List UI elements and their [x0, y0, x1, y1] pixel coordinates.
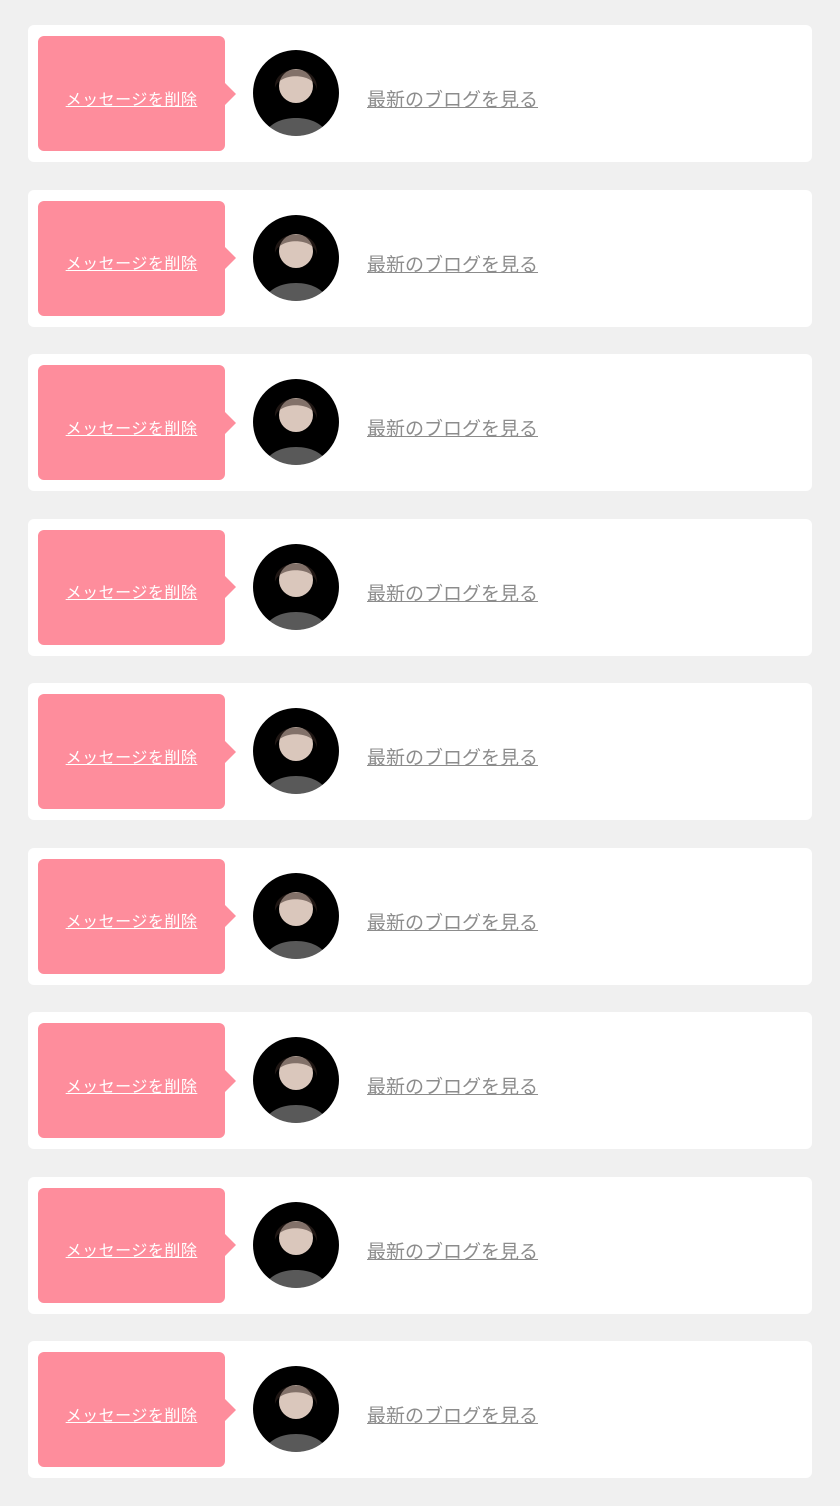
name-row [367, 1187, 802, 1219]
delete-message-link[interactable]: メッセージを削除 [66, 1402, 198, 1426]
message-bubble: メッセージを削除 [38, 694, 236, 809]
name-row [367, 858, 802, 890]
avatar-image [253, 872, 339, 959]
profile-info: 最新のブログを見る [367, 529, 802, 606]
delete-message-link[interactable]: メッセージを削除 [66, 86, 198, 110]
avatar-image [253, 50, 339, 136]
message-card: メッセージを削除 最新のブログを見る [28, 354, 812, 491]
avatar[interactable] [253, 50, 339, 136]
profile-info: 最新のブログを見る [367, 1187, 802, 1264]
name-row [367, 693, 802, 725]
latest-blog-link[interactable]: 最新のブログを見る [367, 579, 538, 606]
message-card: メッセージを削除 最新のブログを見る [28, 1176, 812, 1314]
avatar-image [253, 379, 339, 465]
message-bubble: メッセージを削除 [38, 1023, 236, 1138]
latest-blog-link[interactable]: 最新のブログを見る [367, 908, 538, 935]
profile-info: 最新のブログを見る [367, 35, 802, 112]
name-row [367, 200, 802, 232]
avatar-image [253, 708, 339, 794]
profile-info: 最新のブログを見る [367, 693, 802, 770]
avatar[interactable] [253, 872, 339, 959]
message-card: メッセージを削除 最新のブログを見る [28, 683, 812, 820]
message-bubble: メッセージを削除 [38, 36, 236, 151]
latest-blog-link[interactable]: 最新のブログを見る [367, 85, 538, 112]
profile-info: 最新のブログを見る [367, 364, 802, 441]
latest-blog-link[interactable]: 最新のブログを見る [367, 1072, 538, 1099]
avatar-image [253, 214, 339, 301]
latest-blog-link[interactable]: 最新のブログを見る [367, 250, 538, 277]
message-bubble: メッセージを削除 [38, 1187, 236, 1303]
message-card: メッセージを削除 最新のブログを見る [28, 1341, 812, 1478]
latest-blog-link[interactable]: 最新のブログを見る [367, 1237, 538, 1264]
name-row [367, 1351, 802, 1383]
message-card: メッセージを削除 最新のブログを見る [28, 1012, 812, 1149]
message-card: メッセージを削除 最新のブログを見る [28, 518, 812, 656]
message-card: メッセージを削除 最新のブログを見る [28, 189, 812, 327]
profile-info: 最新のブログを見る [367, 1351, 802, 1428]
avatar[interactable] [253, 708, 339, 794]
name-row [367, 529, 802, 561]
latest-blog-link[interactable]: 最新のブログを見る [367, 1401, 538, 1428]
avatar[interactable] [253, 1366, 339, 1452]
message-bubble: メッセージを削除 [38, 858, 236, 974]
latest-blog-link[interactable]: 最新のブログを見る [367, 743, 538, 770]
name-row [367, 35, 802, 67]
avatar-image [253, 1037, 339, 1123]
delete-message-link[interactable]: メッセージを削除 [66, 415, 198, 439]
message-bubble: メッセージを削除 [38, 200, 236, 316]
avatar-image [253, 1201, 339, 1288]
avatar[interactable] [253, 1037, 339, 1123]
avatar[interactable] [253, 214, 339, 301]
name-row [367, 364, 802, 396]
profile-info: 最新のブログを見る [367, 858, 802, 935]
profile-info: 最新のブログを見る [367, 1022, 802, 1099]
avatar[interactable] [253, 1201, 339, 1288]
message-bubble: メッセージを削除 [38, 1352, 236, 1467]
avatar[interactable] [253, 543, 339, 630]
name-row [367, 1022, 802, 1054]
delete-message-link[interactable]: メッセージを削除 [66, 908, 198, 932]
delete-message-link[interactable]: メッセージを削除 [66, 1237, 198, 1261]
delete-message-link[interactable]: メッセージを削除 [66, 1073, 198, 1097]
delete-message-link[interactable]: メッセージを削除 [66, 250, 198, 274]
message-card: メッセージを削除 最新のブログを見る [28, 847, 812, 985]
profile-info: 最新のブログを見る [367, 200, 802, 277]
message-bubble: メッセージを削除 [38, 529, 236, 645]
avatar-image [253, 1366, 339, 1452]
delete-message-link[interactable]: メッセージを削除 [66, 744, 198, 768]
message-card: メッセージを削除 最新のブログを見る [28, 25, 812, 162]
avatar[interactable] [253, 379, 339, 465]
delete-message-link[interactable]: メッセージを削除 [66, 579, 198, 603]
message-list: メッセージを削除 最新のブログを見る メッセージを削除 最新のブログを見る メッ… [28, 25, 812, 1506]
latest-blog-link[interactable]: 最新のブログを見る [367, 414, 538, 441]
avatar-image [253, 543, 339, 630]
message-bubble: メッセージを削除 [38, 365, 236, 480]
